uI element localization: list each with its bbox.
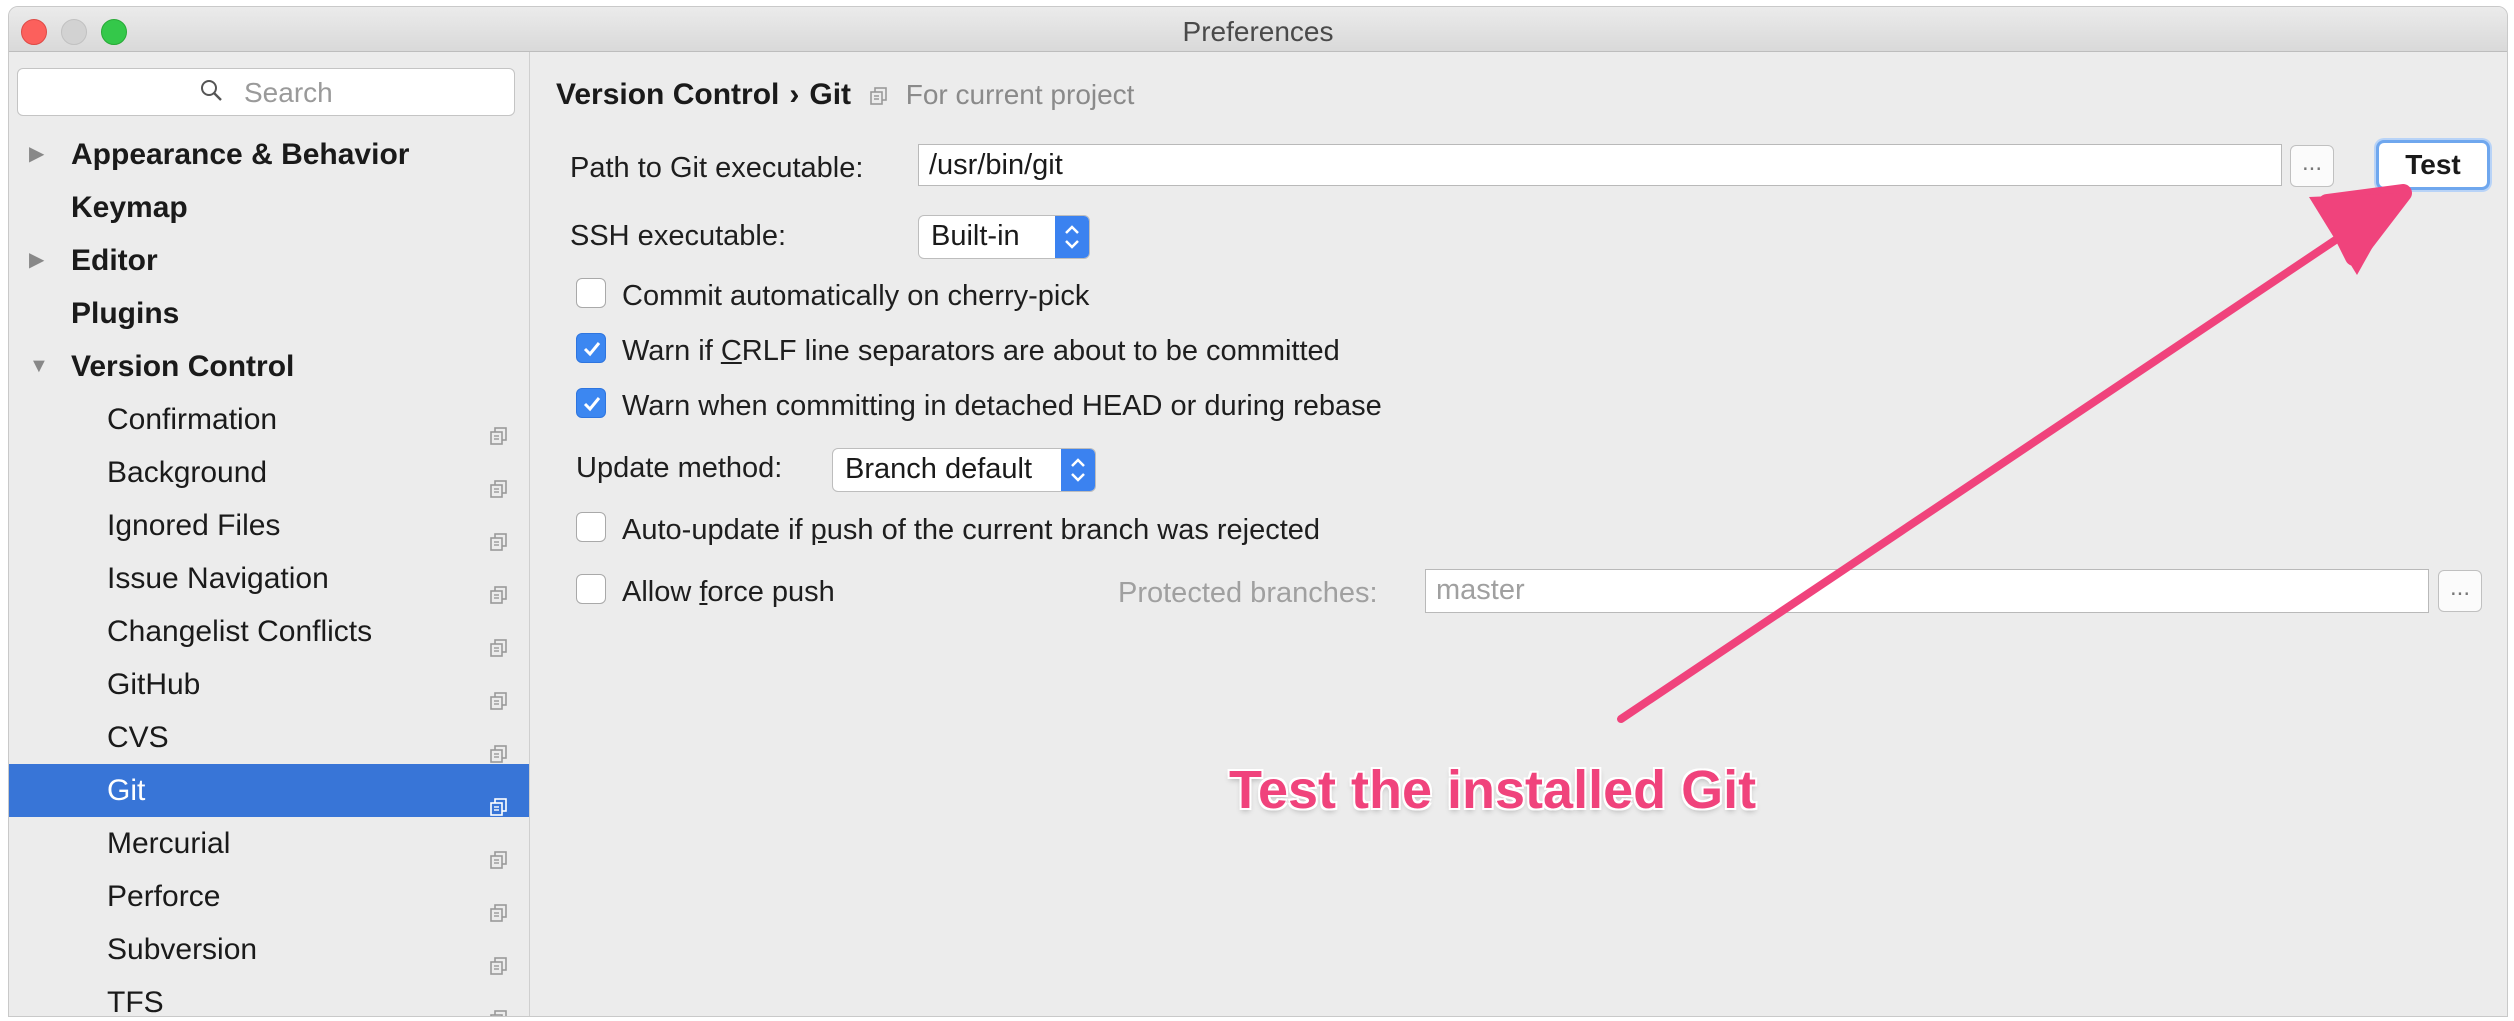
preferences-window: Preferences Search ▶ Appearance & Behavio… <box>8 6 2508 1017</box>
annotation-text: Test the installed Git <box>1229 760 1757 820</box>
annotation-arrow-icon <box>1617 184 2412 723</box>
